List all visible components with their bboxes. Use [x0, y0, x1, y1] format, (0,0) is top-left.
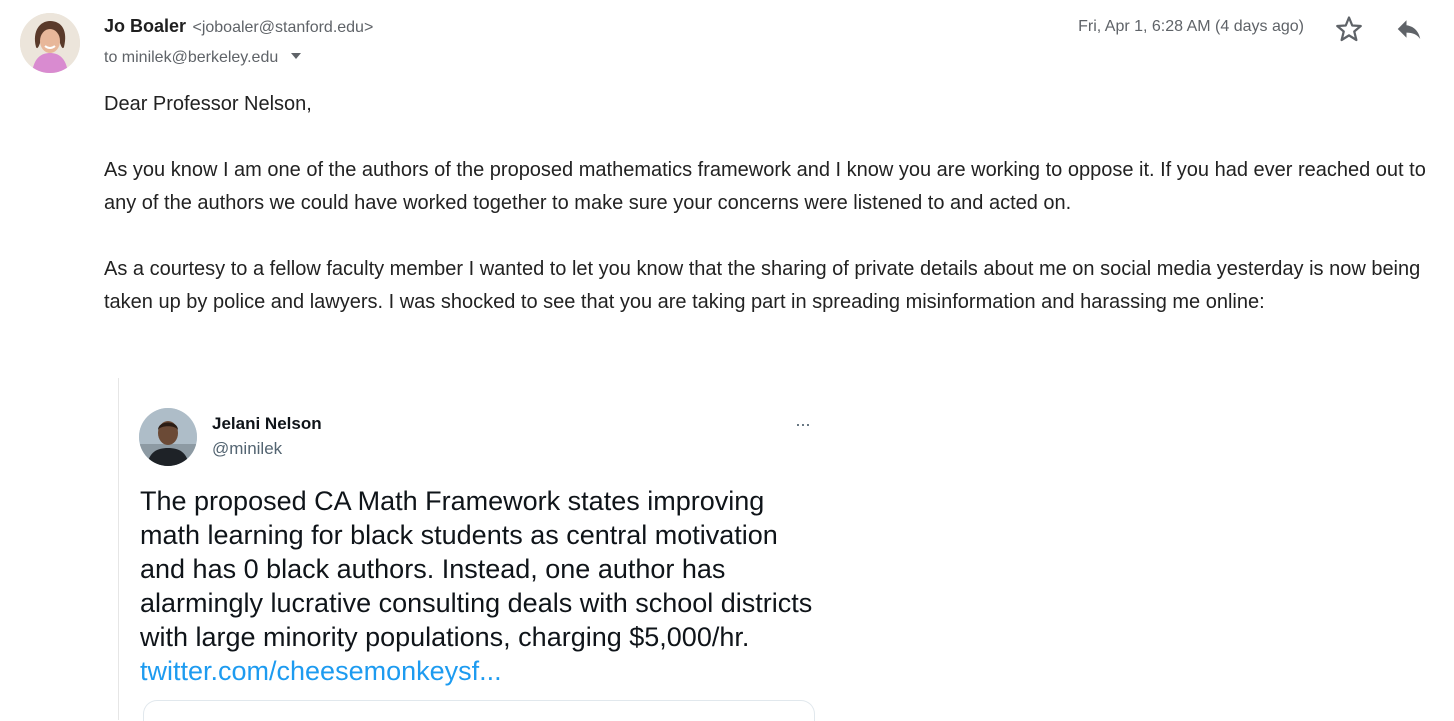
star-outline-icon [1336, 16, 1362, 42]
email-body: Dear Professor Nelson, As you know I am … [104, 88, 1450, 352]
caret-down-icon[interactable] [290, 46, 301, 64]
star-button[interactable] [1334, 14, 1364, 44]
body-paragraph-1: As you know I am one of the authors of t… [104, 159, 1426, 214]
sender-line: Jo Boaler <joboaler@stanford.edu> [104, 16, 373, 40]
tweet-quoted-card-edge [143, 700, 815, 721]
more-horizontal-icon[interactable]: ··· [795, 414, 811, 435]
sender-avatar[interactable] [20, 13, 80, 73]
tweet-link[interactable]: twitter.com/cheesemonkeysf... [140, 656, 502, 686]
message-date: Fri, Apr 1, 6:28 AM (4 days ago) [1078, 18, 1304, 35]
recipient-text: to minilek@berkeley.edu [104, 49, 279, 66]
embedded-tweet[interactable]: Jelani Nelson @minilek ··· The proposed … [118, 378, 830, 721]
sender-email: <joboaler@stanford.edu> [192, 19, 374, 36]
body-paragraph-2: As a courtesy to a fellow faculty member… [104, 258, 1421, 313]
tweet-author-name[interactable]: Jelani Nelson [212, 414, 322, 434]
tweet-body: The proposed CA Math Framework states im… [140, 486, 813, 652]
recipient-line: to minilek@berkeley.edu [104, 46, 301, 67]
tweet-text: The proposed CA Math Framework states im… [140, 484, 830, 688]
reply-arrow-icon [1397, 20, 1421, 39]
sender-avatar-image [20, 13, 80, 73]
reply-button[interactable] [1394, 14, 1424, 44]
tweet-author-handle[interactable]: @minilek [212, 439, 282, 459]
tweet-avatar-image [139, 408, 197, 466]
tweet-avatar[interactable] [139, 408, 197, 466]
sender-name[interactable]: Jo Boaler [104, 16, 186, 36]
greeting: Dear Professor Nelson, [104, 93, 312, 115]
